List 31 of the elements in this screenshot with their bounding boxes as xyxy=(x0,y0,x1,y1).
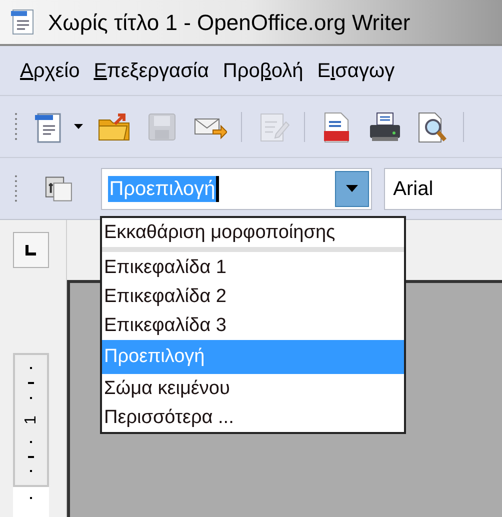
ruler-mark xyxy=(30,440,32,443)
style-option[interactable]: Σώμα κειμένου xyxy=(102,374,404,403)
font-value: Arial xyxy=(393,176,434,202)
menu-item[interactable]: Εισαγωγ xyxy=(317,56,395,86)
style-option[interactable]: Επικεφαλίδα 3 xyxy=(102,311,404,340)
ruler-number: 1 xyxy=(23,416,39,424)
document-icon xyxy=(10,8,36,36)
printer-icon[interactable] xyxy=(367,110,401,144)
ruler-mark xyxy=(30,367,32,370)
style-value: Προεπιλογή xyxy=(108,176,220,202)
ruler-mark xyxy=(28,382,34,384)
window-title: Χωρίς τίτλο 1 - OpenOffice.org Writer xyxy=(48,8,410,37)
toolbar-handle-icon[interactable] xyxy=(14,174,18,204)
style-option[interactable]: Εκκαθάριση μορφοποίησης xyxy=(102,218,404,252)
menu-item[interactable]: Προβολή xyxy=(222,56,304,86)
dropdown-button[interactable] xyxy=(335,170,370,206)
toolbar-handle-icon[interactable] xyxy=(14,112,18,142)
menu-item[interactable]: Αρχείο xyxy=(20,56,80,86)
ruler-mark xyxy=(30,470,32,472)
style-option[interactable]: Επικεφαλίδα 1 xyxy=(102,253,404,282)
ruler-mark xyxy=(30,397,32,400)
font-name-field[interactable]: Arial xyxy=(384,168,502,210)
caret-icon xyxy=(346,185,358,192)
ruler-mark xyxy=(30,497,32,499)
style-option[interactable]: Περισσότερα ... xyxy=(102,403,404,432)
ruler-mark xyxy=(28,456,34,458)
menu-item[interactable]: Επεξεργασία xyxy=(94,56,209,86)
tab-stop-button[interactable] xyxy=(13,232,49,268)
caret-icon[interactable] xyxy=(74,124,83,129)
style-option[interactable]: Επικεφαλίδα 2 xyxy=(102,282,404,311)
tab-stop-icon xyxy=(25,244,37,256)
